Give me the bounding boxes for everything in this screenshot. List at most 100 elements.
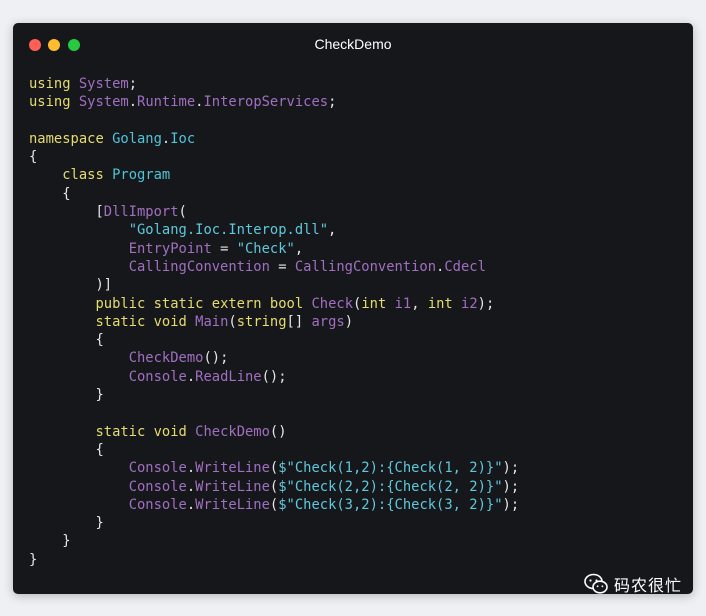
code-line: public static extern bool Check(int i1, … [29, 295, 519, 313]
identifier-token: InteropServices [203, 94, 329, 111]
plain-token: )] [29, 277, 113, 294]
plain-token: } [29, 551, 38, 568]
plain-token: { [29, 332, 104, 349]
plain-token: . [186, 478, 196, 495]
plain-token: } [29, 387, 104, 404]
type-token: Golang [112, 130, 162, 147]
plain-token: . [128, 94, 138, 111]
code-line: { [29, 185, 519, 203]
plain-token: { [29, 185, 71, 202]
code-line: } [29, 551, 519, 569]
plain-token: ( [269, 496, 279, 513]
window-title: CheckDemo [314, 36, 392, 52]
identifier-token: Console [128, 368, 187, 385]
plain-token: , [411, 295, 428, 312]
code-line: Console.WriteLine($"Check(2,2):{Check(2,… [29, 478, 519, 496]
plain-token: . [186, 368, 196, 385]
code-line: Console.ReadLine(); [29, 368, 519, 386]
title-bar: CheckDemo [13, 23, 693, 67]
code-line: } [29, 386, 519, 404]
plain-token: [ [29, 204, 104, 221]
plain-token: ); [477, 295, 495, 312]
plain-token: . [161, 130, 171, 147]
identifier-token: Console [128, 460, 187, 477]
code-line: { [29, 148, 519, 166]
code-line: CheckDemo(); [29, 349, 519, 367]
keyword-token: int [427, 295, 453, 312]
plain-token: ); [502, 496, 520, 513]
plain-token: } [29, 515, 104, 532]
code-line: CallingConvention = CallingConvention.Cd… [29, 258, 519, 276]
plain-token: () [269, 423, 287, 440]
code-window: CheckDemo using System; using System.Runt… [13, 23, 693, 594]
identifier-token: System [78, 76, 129, 92]
identifier-token: WriteLine [195, 478, 270, 495]
identifier-token: Console [128, 478, 187, 495]
identifier-token: ReadLine [195, 368, 262, 385]
watermark: 码农很忙 [584, 572, 682, 596]
identifier-token: CallingConvention [128, 258, 270, 275]
keyword-token: string [236, 313, 287, 330]
plain-token: ; [128, 76, 138, 92]
code-line: { [29, 441, 519, 459]
string-token: $"Check(3,2):{Check(3, 2)}" [278, 496, 503, 513]
plain-token: { [29, 441, 104, 458]
code-line: class Program [29, 166, 519, 184]
keyword-token: static [95, 423, 146, 440]
type-token: Program [112, 167, 171, 184]
plain-token: , [294, 240, 304, 257]
plain-token: , [328, 222, 337, 239]
keyword-token: void [153, 423, 187, 440]
code-line: Console.WriteLine($"Check(3,2):{Check(3,… [29, 496, 519, 514]
code-line: namespace Golang.Ioc [29, 130, 519, 148]
code-line: static void CheckDemo() [29, 423, 519, 441]
keyword-token: namespace [29, 130, 104, 147]
plain-token: . [186, 496, 196, 513]
keyword-token: static [95, 313, 146, 330]
identifier-token: CheckDemo [128, 350, 204, 367]
code-line: } [29, 514, 519, 532]
identifier-token: CheckDemo [195, 423, 270, 440]
identifier-token: i1 [394, 295, 412, 312]
code-block: using System; using System.Runtime.Intero… [29, 75, 519, 569]
string-token: "Check" [236, 240, 295, 257]
plain-token: . [186, 460, 196, 477]
code-line: { [29, 331, 519, 349]
plain-token: ( [178, 204, 187, 221]
plain-token: (); [261, 368, 287, 385]
code-line: } [29, 532, 519, 550]
identifier-token: Console [128, 496, 187, 513]
plain-token: = [269, 258, 295, 275]
plain-token: ( [269, 478, 279, 495]
plain-token: [] [286, 313, 312, 330]
keyword-token: public [95, 295, 146, 312]
wechat-icon [584, 573, 608, 594]
keyword-token: static [153, 295, 204, 312]
code-line: "Golang.Ioc.Interop.dll", [29, 221, 519, 239]
identifier-token: Runtime [137, 94, 196, 111]
plain-token: ; [328, 94, 337, 111]
string-token: $"Check(1,2):{Check(1, 2)}" [278, 460, 503, 477]
identifier-token: CallingConvention [294, 258, 437, 275]
plain-token: = [211, 240, 237, 257]
code-line: using System; [29, 75, 519, 93]
